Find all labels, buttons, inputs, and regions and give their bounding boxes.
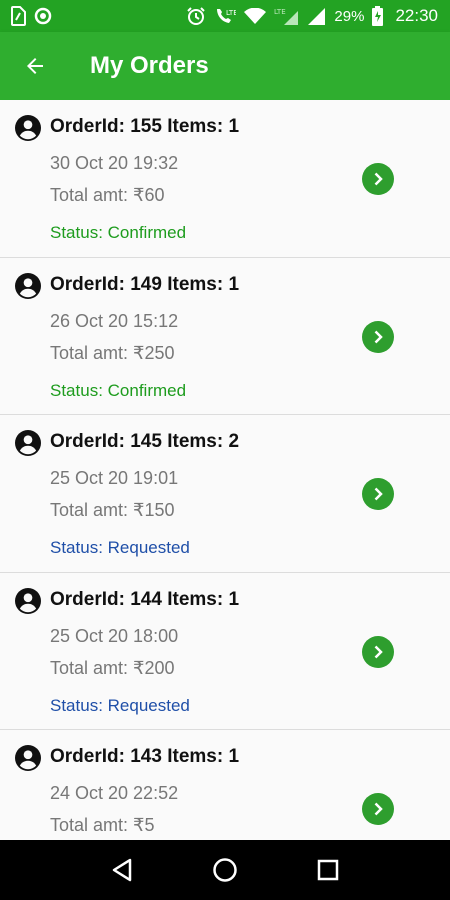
chevron-right-icon [374,330,383,343]
order-title: OrderId: 149 Items: 1 [50,273,240,295]
battery-charging-icon [372,6,384,26]
order-details-button[interactable] [362,793,394,825]
order-title: OrderId: 145 Items: 2 [50,431,240,452]
order-amount: Total amt: ₹60 [50,185,165,205]
order-card[interactable]: OrderId: 143 Items: 1 24 Oct 20 22:52 To… [0,730,450,840]
status-bar: LTE LTE 29% 22:30 [0,0,450,32]
order-amount: Total amt: ₹250 [50,342,175,363]
order-status: Status: Requested [50,695,190,715]
chevron-right-icon [374,802,383,816]
account-circle-icon [15,745,41,771]
clock: 22:30 [395,6,438,25]
order-date: 25 Oct 20 18:00 [50,625,179,646]
chevron-right-icon [374,172,383,186]
order-date: 24 Oct 20 22:52 [50,783,179,803]
page-title: My Orders [90,52,209,79]
order-card[interactable]: OrderId: 149 Items: 1 26 Oct 20 15:12 To… [0,257,450,415]
circle-notification-icon [34,7,52,25]
order-date: 25 Oct 20 19:01 [50,468,179,488]
battery-percent: 29% [334,7,365,25]
home-circle-icon [213,858,237,882]
order-card[interactable]: OrderId: 144 Items: 1 25 Oct 20 18:00 To… [0,572,450,730]
order-status: Status: Requested [50,538,190,557]
chevron-right-icon [374,487,383,501]
recents-square-icon [318,859,339,881]
system-navigation-bar [0,840,450,900]
wifi-icon [244,8,267,24]
signal-icon [308,7,326,25]
account-circle-icon [15,115,41,141]
order-title: OrderId: 144 Items: 1 [50,588,240,610]
order-details-button[interactable] [362,478,394,510]
chevron-right-icon [374,645,383,658]
account-circle-icon [15,430,41,456]
order-card[interactable]: OrderId: 145 Items: 2 25 Oct 20 19:01 To… [0,415,450,573]
order-amount: Total amt: ₹5 [50,815,155,835]
account-circle-icon [15,587,41,614]
order-title: OrderId: 143 Items: 1 [50,746,240,767]
nav-back-button[interactable] [102,850,142,890]
status-bar-right: LTE LTE 29% 22:30 [186,6,438,26]
order-details-button[interactable] [362,163,394,195]
order-list[interactable]: OrderId: 155 Items: 1 30 Oct 20 19:32 To… [0,100,450,840]
order-status: Status: Confirmed [50,380,187,400]
lte-signal-icon: LTE [274,7,300,25]
back-button[interactable] [0,32,72,100]
status-bar-left [10,6,52,26]
nav-recents-button[interactable] [308,850,348,890]
nav-home-button[interactable] [205,850,245,890]
back-triangle-icon [112,858,131,882]
order-details-button[interactable] [362,635,394,668]
order-details-button[interactable] [362,320,394,353]
back-arrow-icon [27,58,43,74]
order-card[interactable]: OrderId: 155 Items: 1 30 Oct 20 19:32 To… [0,100,450,258]
alarm-icon [186,6,206,26]
svg-text:LTE: LTE [226,9,236,17]
app-bar: My Orders [0,32,450,100]
order-status: Status: Confirmed [50,223,187,242]
account-circle-icon [15,272,41,299]
order-amount: Total amt: ₹150 [50,500,175,520]
order-amount: Total amt: ₹200 [50,657,175,678]
volte-icon: LTE [214,7,236,25]
svg-text:LTE: LTE [274,8,286,16]
sim-icon [10,6,26,26]
order-date: 26 Oct 20 15:12 [50,310,179,331]
order-date: 30 Oct 20 19:32 [50,153,179,173]
order-title: OrderId: 155 Items: 1 [50,116,240,137]
